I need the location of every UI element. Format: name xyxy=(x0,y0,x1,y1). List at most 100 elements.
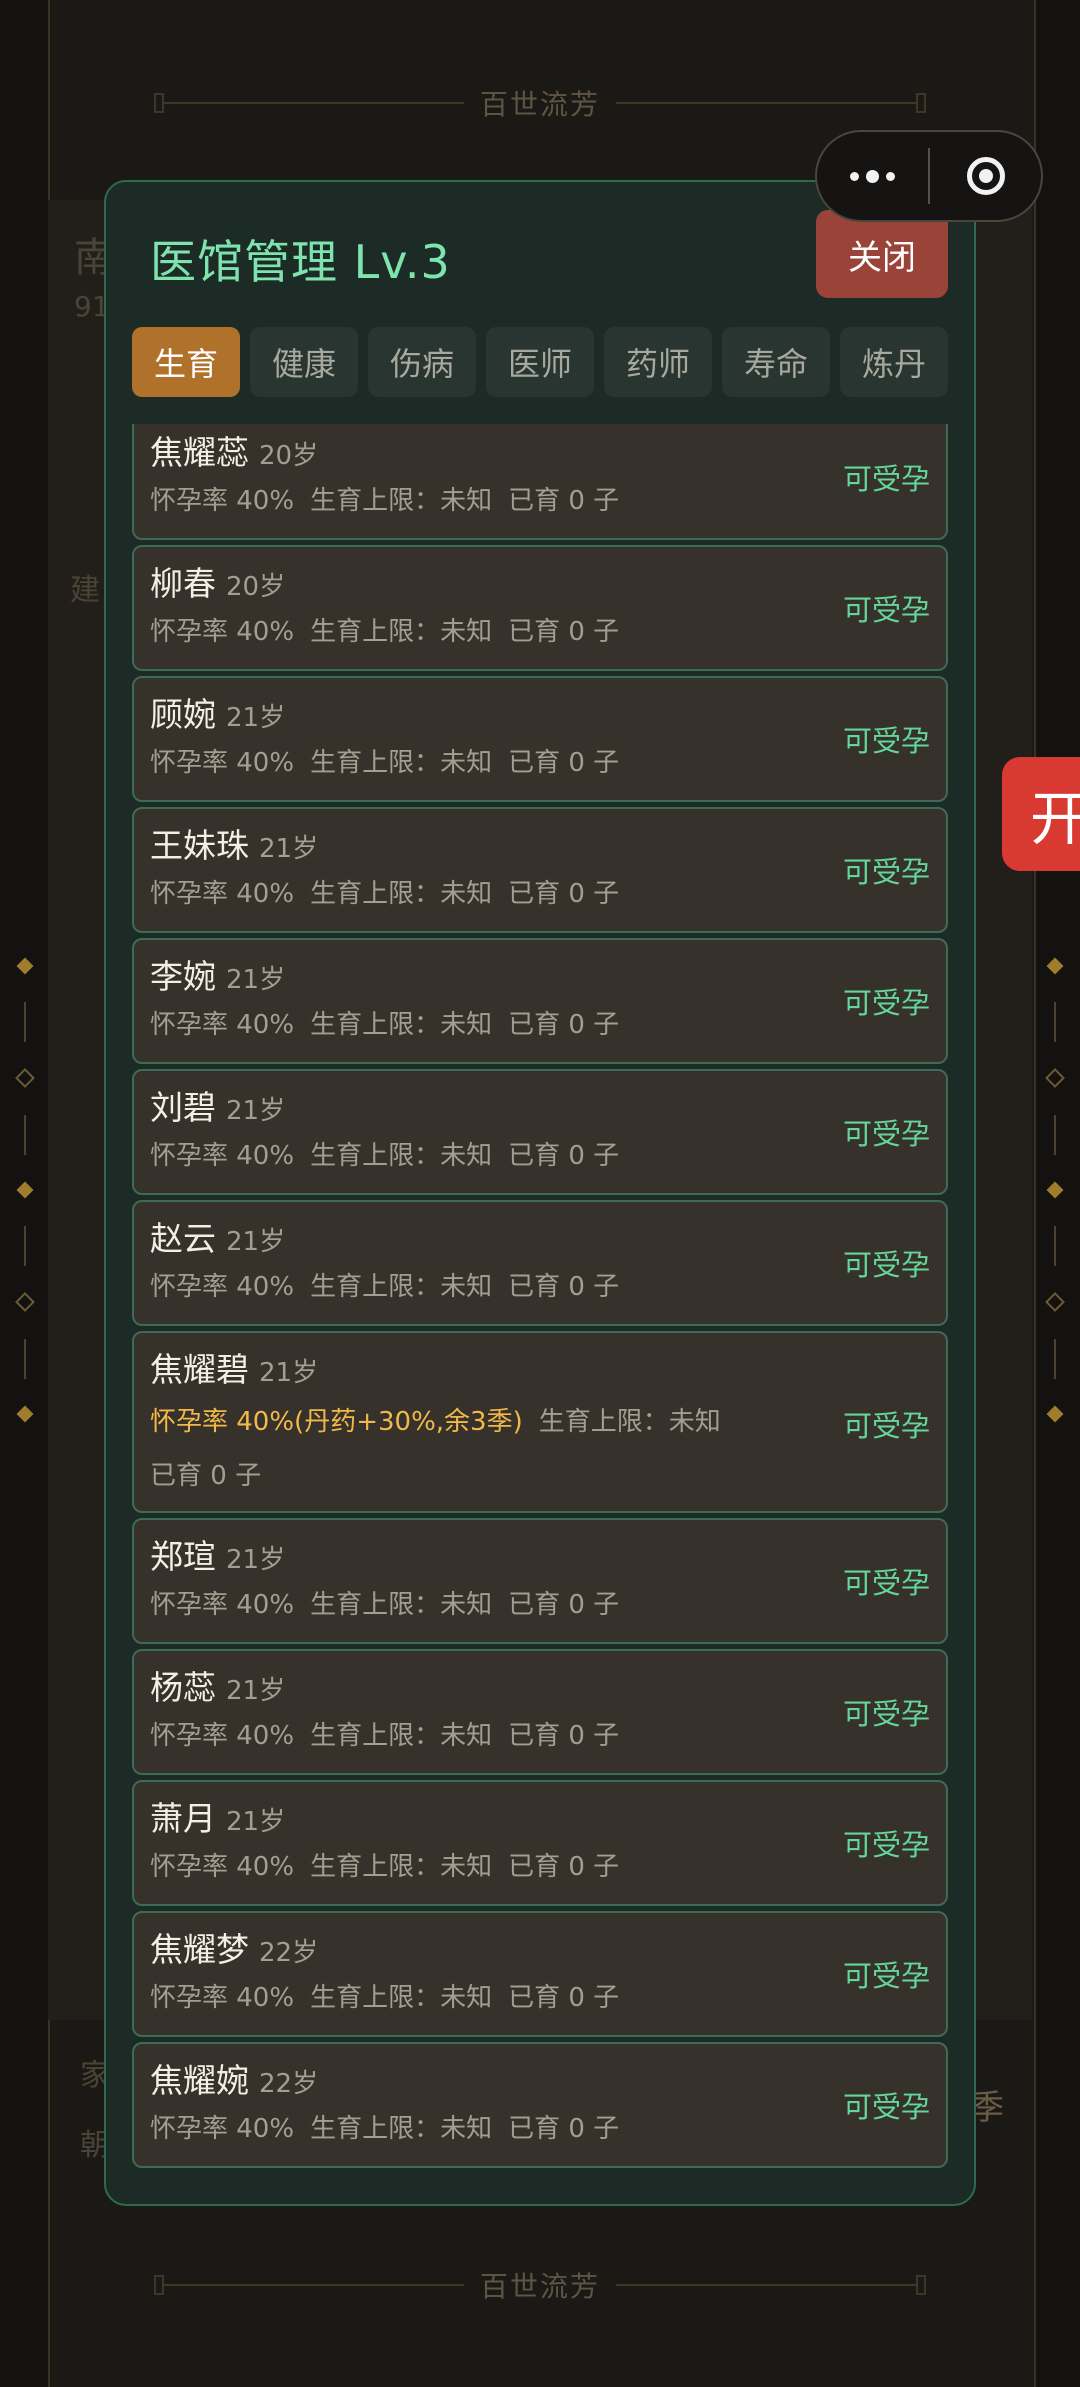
banner-ornament-icon xyxy=(916,2275,926,2295)
fertility-status: 可受孕 xyxy=(842,2090,930,2124)
list-item[interactable]: 王妹珠 21岁怀孕率 40% 生育上限：未知 已育 0 子 可受孕 xyxy=(132,807,948,933)
person-name: 王妹珠 21岁 xyxy=(150,826,319,865)
person-age: 21岁 xyxy=(226,703,286,733)
birth-limit: 生育上限：未知 xyxy=(538,1407,721,1437)
list-item[interactable]: 李婉 21岁 怀孕率 40% 生育上限：未知 已育 0 子 可受孕 xyxy=(132,938,948,1064)
person-name: 焦耀碧 21岁 xyxy=(150,1350,319,1389)
person-name: 顾婉 21岁 xyxy=(150,695,286,734)
diamond-icon xyxy=(16,957,34,975)
birth-limit: 生育上限：未知 xyxy=(310,879,493,909)
pregnancy-rate: 怀孕率 40% xyxy=(150,1272,295,1302)
close-button[interactable]: 关闭 xyxy=(816,210,948,298)
children-count: 已育 0 子 xyxy=(508,748,620,778)
person-age: 20岁 xyxy=(226,572,286,602)
tab-fertility[interactable]: 生育 xyxy=(132,327,240,397)
person-age: 21岁 xyxy=(259,1358,319,1388)
diamond-icon xyxy=(1045,1068,1065,1088)
person-age: 21岁 xyxy=(259,834,319,864)
children-count: 已育 0 子 xyxy=(508,617,620,647)
diamond-icon xyxy=(1046,1405,1064,1423)
exit-miniprogram-button[interactable] xyxy=(930,157,1041,195)
list-item[interactable]: 萧月 21岁 怀孕率 40% 生育上限：未知 已育 0 子 可受孕 xyxy=(132,1780,948,1906)
pregnancy-rate: 怀孕率 40%(丹药+30%,余3季) xyxy=(150,1407,523,1437)
tab-pharmacist[interactable]: 药师 xyxy=(604,327,712,397)
birth-limit: 生育上限：未知 xyxy=(310,617,493,647)
pregnancy-rate: 怀孕率 40% xyxy=(150,748,295,778)
tab-injury[interactable]: 伤病 xyxy=(368,327,476,397)
person-age: 21岁 xyxy=(226,1227,286,1257)
fertility-status: 可受孕 xyxy=(842,1697,930,1731)
fertility-status: 可受孕 xyxy=(842,1117,930,1151)
left-ornament xyxy=(15,957,35,1423)
person-age: 20岁 xyxy=(259,441,319,471)
banner-divider xyxy=(163,2284,464,2286)
banner-ornament-icon xyxy=(916,93,926,113)
birth-limit: 生育上限：未知 xyxy=(310,748,493,778)
more-menu-button[interactable] xyxy=(817,169,928,183)
banner-divider xyxy=(616,102,916,104)
pregnancy-rate: 怀孕率 40% xyxy=(150,1983,295,2013)
list-item[interactable]: 焦耀蕊 20岁 怀孕率 40% 生育上限：未知 已育 0 子 可受孕 xyxy=(132,424,948,540)
diamond-icon xyxy=(1046,957,1064,975)
pregnancy-rate: 怀孕率 40% xyxy=(150,1590,295,1620)
person-name: 焦耀梦 22岁 xyxy=(150,1930,319,1969)
children-count: 已育 0 子 xyxy=(508,1272,620,1302)
diamond-icon xyxy=(15,1292,35,1312)
tab-physician[interactable]: 医师 xyxy=(486,327,594,397)
birth-limit: 生育上限：未知 xyxy=(310,1590,493,1620)
bottom-banner: 百世流芳 xyxy=(48,2230,1032,2340)
fertility-status: 可受孕 xyxy=(842,1248,930,1282)
list-item[interactable]: 杨蕊 21岁 怀孕率 40% 生育上限：未知 已育 0 子 可受孕 xyxy=(132,1649,948,1775)
miniprogram-capsule xyxy=(815,130,1043,222)
tab-alchemy[interactable]: 炼丹 xyxy=(840,327,948,397)
person-name: 刘碧 21岁 xyxy=(150,1088,286,1127)
banner-ornament-icon xyxy=(153,2275,164,2295)
list-item[interactable]: 柳春 20岁 怀孕率 40% 生育上限：未知 已育 0 子 可受孕 xyxy=(132,545,948,671)
birth-limit: 生育上限：未知 xyxy=(310,1721,493,1751)
pregnancy-rate: 怀孕率 40% xyxy=(150,1721,295,1751)
list-item[interactable]: 郑瑄 21岁 怀孕率 40% 生育上限：未知 已育 0 子 可受孕 xyxy=(132,1518,948,1644)
birth-limit: 生育上限：未知 xyxy=(310,1141,493,1171)
pregnancy-rate: 怀孕率 40% xyxy=(150,2114,295,2144)
children-count: 已育 0 子 xyxy=(508,486,620,516)
person-age: 22岁 xyxy=(259,1938,319,1968)
person-name: 郑瑄 21岁 xyxy=(150,1537,286,1576)
diamond-icon xyxy=(16,1405,34,1423)
person-age: 21岁 xyxy=(226,1545,286,1575)
background-text: 建 xyxy=(70,573,100,608)
children-count: 已育 0 子 xyxy=(508,879,620,909)
person-name: 柳春 20岁 xyxy=(150,564,286,603)
pregnancy-rate: 怀孕率 40% xyxy=(150,486,295,516)
list-item[interactable]: 焦耀婉 22岁 怀孕率 40% 生育上限：未知 已育 0 子 可受孕 xyxy=(132,2042,948,2168)
fertility-list[interactable]: 焦耀蕊 20岁 怀孕率 40% 生育上限：未知 已育 0 子可受孕 柳春 20岁 怀孕率 40… xyxy=(132,424,950,2184)
banner-divider xyxy=(163,102,464,104)
birth-limit: 生育上限：未知 xyxy=(310,2114,493,2144)
diamond-icon xyxy=(1045,1292,1065,1312)
fertility-status: 可受孕 xyxy=(842,855,930,889)
tab-lifespan[interactable]: 寿命 xyxy=(722,327,830,397)
right-ornament xyxy=(1045,957,1065,1423)
pregnancy-rate: 怀孕率 40% xyxy=(150,879,295,909)
person-name: 焦耀蕊 20岁 xyxy=(150,433,319,472)
pregnancy-rate: 怀孕率 40% xyxy=(150,1852,295,1882)
birth-limit: 生育上限：未知 xyxy=(310,1852,493,1882)
list-item[interactable]: 焦耀梦 22岁 怀孕率 40% 生育上限：未知 已育 0 子 可受孕 xyxy=(132,1911,948,2037)
fertility-status: 可受孕 xyxy=(842,1409,930,1443)
list-item[interactable]: 顾婉 21岁 怀孕率 40% 生育上限：未知 已育 0 子 可受孕 xyxy=(132,676,948,802)
dot-icon xyxy=(866,169,879,183)
list-item[interactable]: 赵云 21岁怀孕率 40% 生育上限：未知 已育 0 子 可受孕 xyxy=(132,1200,948,1326)
birth-limit: 生育上限：未知 xyxy=(310,1272,493,1302)
person-age: 21岁 xyxy=(226,1807,286,1837)
dot-icon xyxy=(850,171,859,181)
fertility-status: 可受孕 xyxy=(842,462,930,496)
pregnancy-rate: 怀孕率 40% xyxy=(150,617,295,647)
side-open-button[interactable]: 开 xyxy=(1002,757,1080,871)
person-age: 21岁 xyxy=(226,965,286,995)
tab-health[interactable]: 健康 xyxy=(250,327,358,397)
list-item[interactable]: 焦耀碧 21岁 怀孕率 40%(丹药+30%,余3季) 生育上限：未知 已育 0 子 可受… xyxy=(132,1331,948,1513)
children-count: 已育 0 子 xyxy=(508,1010,620,1040)
banner-text: 百世流芳 xyxy=(479,2270,600,2303)
person-name: 赵云 21岁 xyxy=(150,1219,286,1258)
fertility-status: 可受孕 xyxy=(842,1828,930,1862)
list-item[interactable]: 刘碧 21岁 怀孕率 40% 生育上限：未知 已育 0 子 可受孕 xyxy=(132,1069,948,1195)
